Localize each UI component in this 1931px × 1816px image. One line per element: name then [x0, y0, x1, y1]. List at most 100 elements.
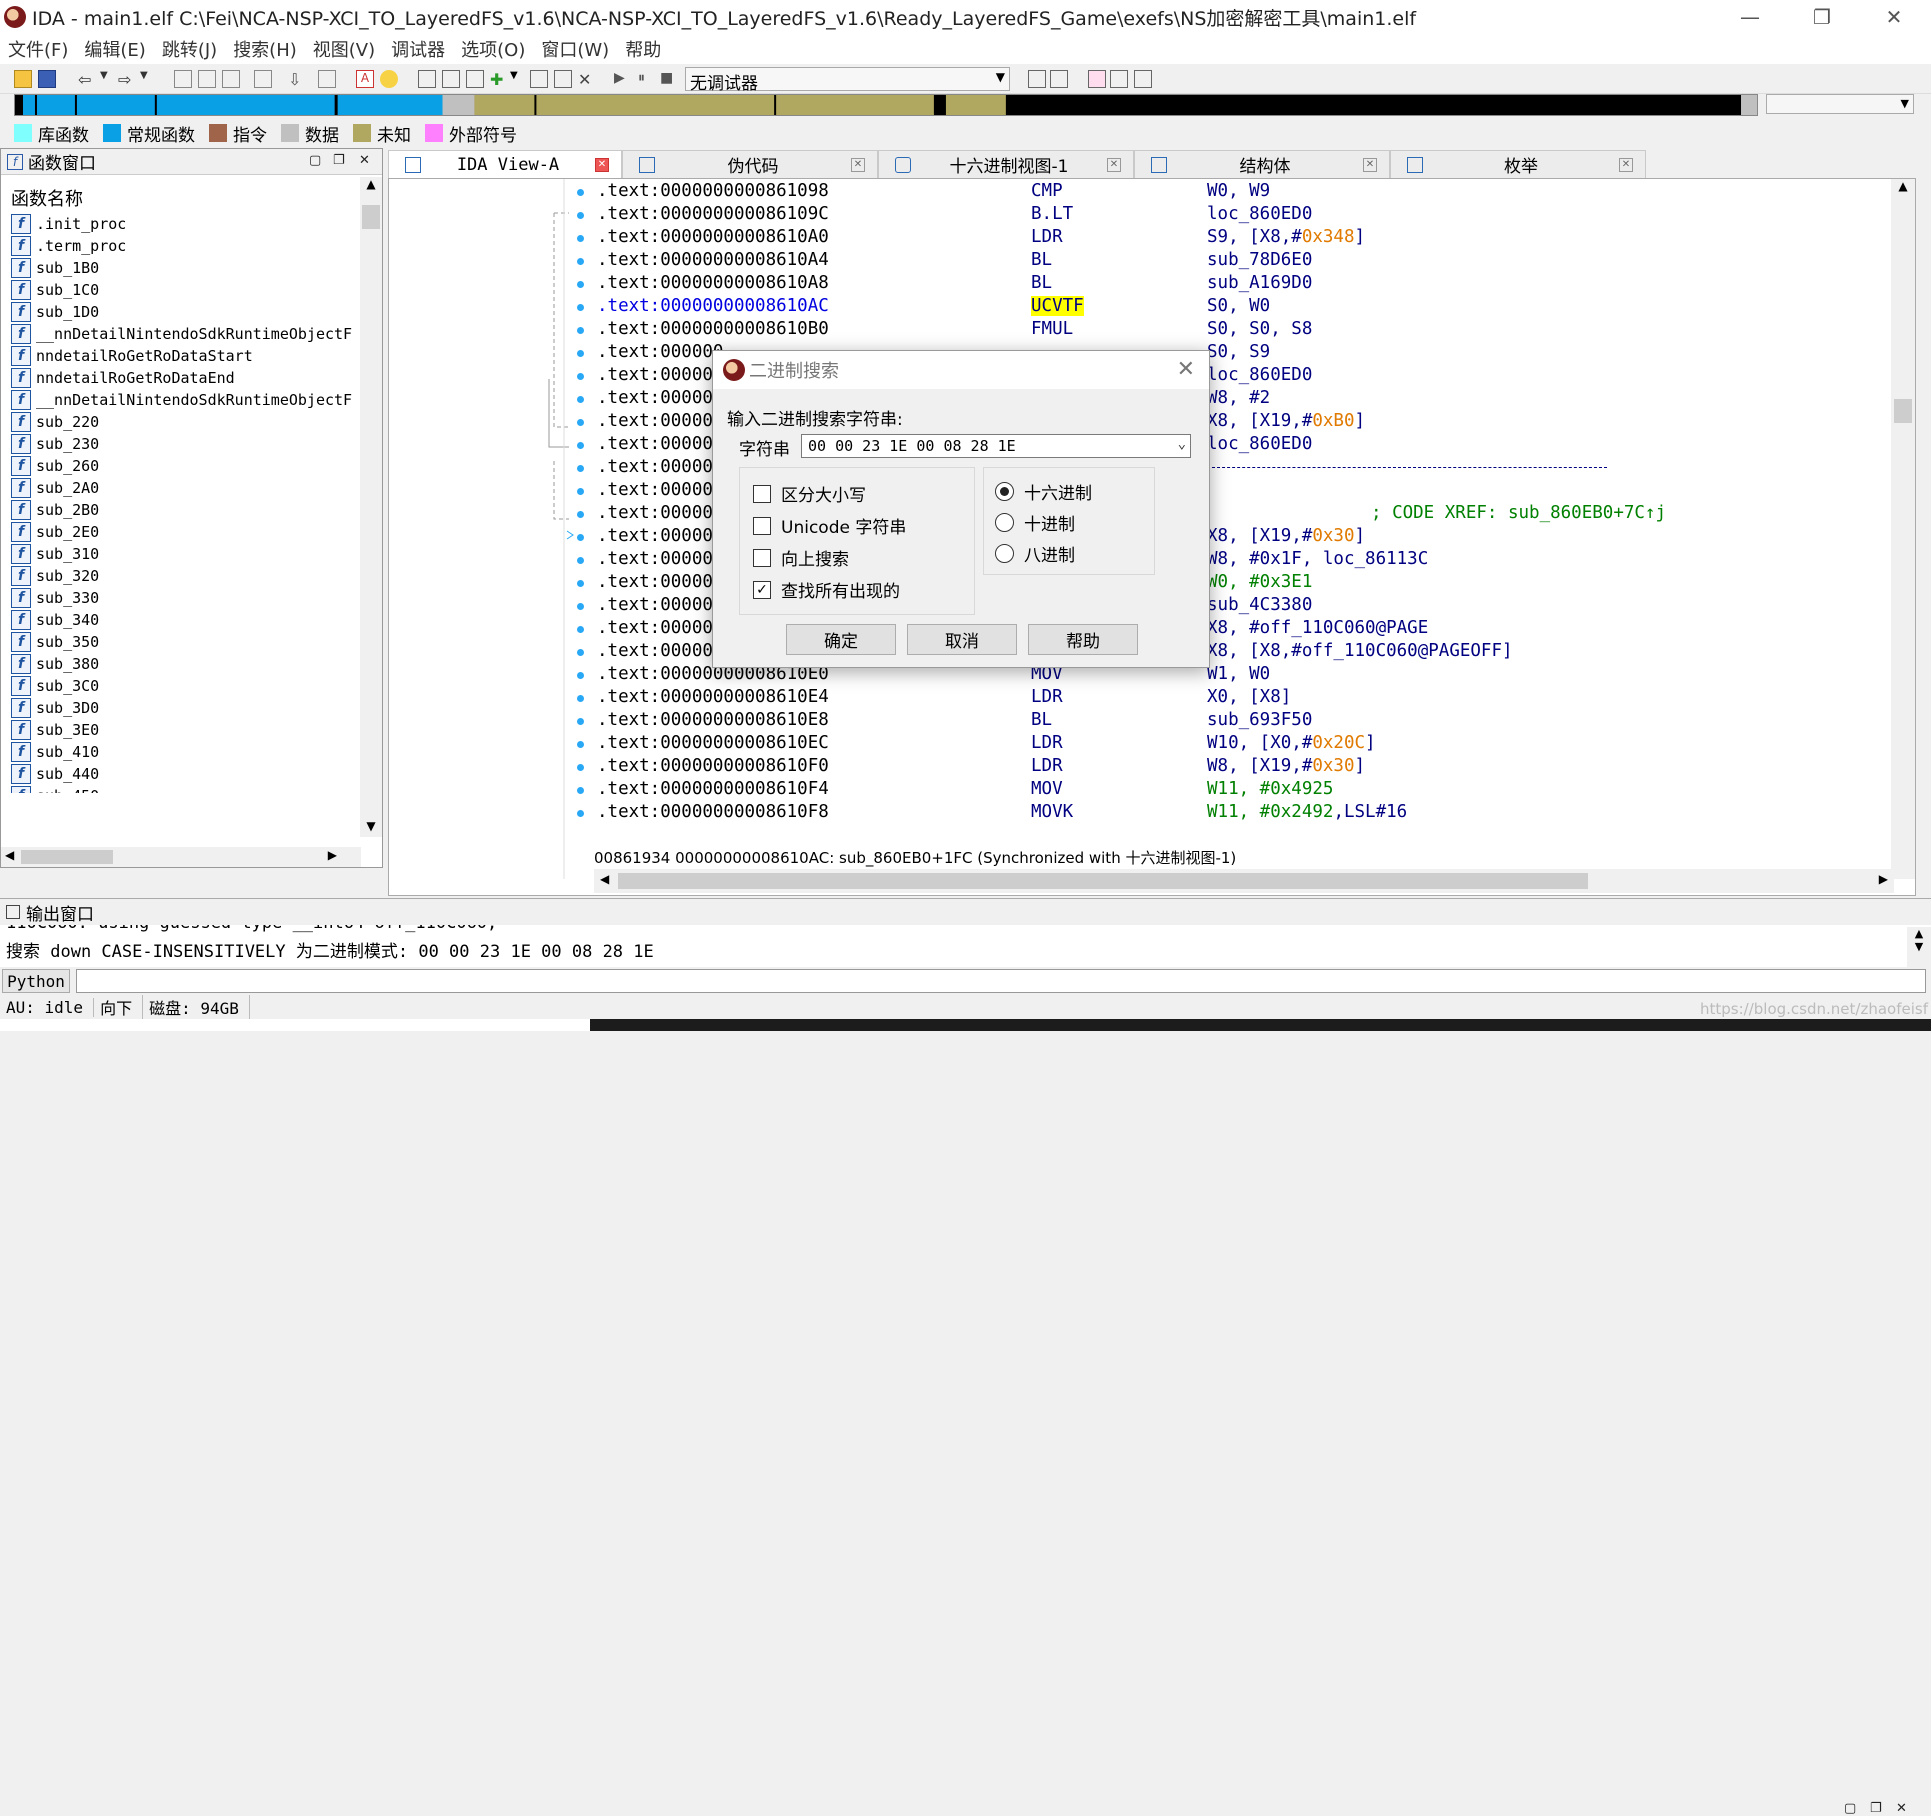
code-operands[interactable]: W11, #0x2492,LSL#16 [1207, 802, 1407, 822]
code-operands[interactable]: X8, #off_110C060@PAGE [1207, 618, 1428, 638]
add-icon[interactable]: ✚ [490, 70, 508, 89]
function-list-item[interactable]: f sub_2E0 [11, 521, 356, 543]
tab-structures[interactable]: 结构体 ✕ [1134, 150, 1390, 178]
stop-icon[interactable]: ■ [660, 70, 678, 88]
code-mnemonic[interactable]: LDR [1031, 756, 1063, 776]
checkbox-box[interactable] [753, 484, 771, 503]
code-operands[interactable]: S0, S0, S8 [1207, 319, 1312, 339]
function-list-item[interactable]: f nndetailRoGetRoDataEnd [11, 367, 356, 389]
code-mnemonic[interactable]: LDR [1031, 733, 1063, 753]
forward-arrow-icon[interactable]: ⇨ [118, 70, 136, 89]
code-vscroll[interactable]: ▲ [1891, 179, 1915, 879]
nav-band-select[interactable]: ▼ [1766, 94, 1914, 114]
function-list-item[interactable]: f sub_220 [11, 411, 356, 433]
search-next-icon[interactable] [254, 70, 272, 88]
code-operands[interactable]: W8, [X19,#0x30] [1207, 756, 1365, 776]
function-list-item[interactable]: f sub_440 [11, 763, 356, 785]
code-operands[interactable]: W11, #0x4925 [1207, 779, 1333, 799]
scroll-thumb[interactable] [21, 850, 113, 864]
flow-chart-icon[interactable] [442, 70, 460, 88]
function-list-item[interactable]: f sub_260 [11, 455, 356, 477]
breakpoint-icon[interactable] [1110, 70, 1128, 88]
tab-close-icon[interactable]: ✕ [1363, 157, 1377, 172]
code-hscroll[interactable]: ◀ ▶ [594, 869, 1894, 893]
search-string-combo[interactable]: 00 00 23 1E 00 08 28 1E ⌄ [801, 434, 1191, 458]
code-mnemonic[interactable]: LDR [1031, 227, 1063, 247]
function-list-item[interactable]: f sub_3D0 [11, 697, 356, 719]
code-mnemonic[interactable]: CMP [1031, 181, 1063, 201]
tab-enums[interactable]: 枚举 ✕ [1390, 150, 1646, 178]
tab-pseudocode[interactable]: 伪代码 ✕ [622, 150, 878, 178]
code-mnemonic[interactable]: MOV [1031, 779, 1063, 799]
binary-search-icon[interactable] [174, 70, 192, 88]
function-list-item[interactable]: f __nnDetailNintendoSdkRuntimeObjectF [11, 323, 356, 345]
open-folder-icon[interactable] [14, 70, 32, 88]
code-operands[interactable]: X8, [X19,#0xB0] [1207, 411, 1365, 431]
unicode-string-checkbox[interactable]: Unicode 字符串 [753, 513, 906, 538]
function-list-item[interactable]: f .term_proc [11, 235, 356, 257]
scroll-up-icon[interactable]: ▲ [1907, 927, 1931, 940]
code-operands[interactable]: X8, [X19,#0x30] [1207, 526, 1365, 546]
code-operands[interactable]: W0, #0x3E1 [1207, 572, 1312, 592]
code-operands[interactable]: S0, W0 [1207, 296, 1270, 316]
tab-close-icon[interactable]: ✕ [595, 157, 609, 172]
menu-window[interactable]: 窗口(W) [541, 36, 609, 62]
detach-icon[interactable] [1050, 70, 1068, 88]
menu-search[interactable]: 搜索(H) [233, 36, 297, 62]
hammer-icon[interactable] [554, 70, 572, 88]
down-arrow-icon[interactable]: ⇩ [288, 70, 306, 89]
code-mnemonic[interactable]: BL [1031, 710, 1052, 730]
scroll-down-icon[interactable]: ▼ [1907, 940, 1931, 953]
python-command-input[interactable] [76, 969, 1926, 993]
function-list-item[interactable]: f sub_3C0 [11, 675, 356, 697]
code-operands[interactable]: sub_A169D0 [1207, 273, 1312, 293]
scroll-thumb[interactable] [362, 205, 380, 229]
code-mnemonic[interactable]: MOVK [1031, 802, 1073, 822]
chevron-down-icon[interactable]: ▼ [140, 70, 158, 88]
code-operands[interactable]: X0, [X8] [1207, 687, 1291, 707]
function-list-item[interactable]: f sub_1C0 [11, 279, 356, 301]
case-sensitive-checkbox[interactable]: 区分大小写 [753, 481, 866, 506]
menu-view[interactable]: 视图(V) [313, 36, 375, 62]
xrefs-icon[interactable] [466, 70, 484, 88]
function-list-item[interactable]: f sub_350 [11, 631, 356, 653]
panel-close-button[interactable]: ✕ [1896, 1801, 1907, 1816]
panel-float-button[interactable]: ▢ [1844, 1801, 1856, 1816]
function-list-item[interactable]: f sub_1B0 [11, 257, 356, 279]
code-mnemonic[interactable]: LDR [1031, 687, 1063, 707]
panel-close-button[interactable]: ✕ [359, 153, 370, 168]
menu-edit[interactable]: 编辑(E) [84, 36, 145, 62]
function-name-column-header[interactable]: 函数名称 [11, 185, 83, 211]
tracing-icon[interactable] [1134, 70, 1152, 88]
menu-file[interactable]: 文件(F) [8, 36, 68, 62]
function-list-item[interactable]: f sub_2A0 [11, 477, 356, 499]
radix-decimal-radio[interactable]: 十进制 [995, 510, 1075, 535]
code-mnemonic[interactable]: B.LT [1031, 204, 1073, 224]
help-button[interactable]: 帮助 [1028, 624, 1138, 655]
tab-close-icon[interactable]: ✕ [851, 157, 865, 172]
edit-icon[interactable] [530, 70, 548, 88]
menu-options[interactable]: 选项(O) [461, 36, 525, 62]
text-search-icon[interactable] [198, 70, 216, 88]
scroll-up-icon[interactable]: ▲ [360, 177, 382, 191]
menu-help[interactable]: 帮助 [625, 36, 661, 62]
graph-icon[interactable] [418, 70, 436, 88]
code-operands[interactable]: S9, [X8,#0x348] [1207, 227, 1365, 247]
code-operands[interactable]: X8, [X8,#off_110C060@PAGEOFF] [1207, 641, 1513, 661]
tab-ida-view-a[interactable]: IDA View-A ✕ [388, 150, 622, 178]
checkmark-icon[interactable]: ✓ [753, 580, 771, 599]
navigation-band[interactable] [14, 94, 1758, 116]
panel-restore-button[interactable]: ❐ [333, 153, 345, 168]
menu-debugger[interactable]: 调试器 [391, 36, 445, 62]
function-list-item[interactable]: f sub_2B0 [11, 499, 356, 521]
lightbulb-icon[interactable] [380, 70, 398, 88]
save-icon[interactable] [38, 70, 56, 88]
text-color-icon[interactable]: A [356, 70, 374, 88]
scroll-right-icon[interactable]: ▶ [328, 848, 337, 862]
minimize-button[interactable]: — [1714, 0, 1786, 34]
radix-octal-radio[interactable]: 八进制 [995, 541, 1075, 566]
function-list-item[interactable]: f sub_310 [11, 543, 356, 565]
function-list-item[interactable]: f sub_230 [11, 433, 356, 455]
function-list-item[interactable]: f sub_330 [11, 587, 356, 609]
chevron-down-icon[interactable]: ▼ [510, 70, 528, 88]
